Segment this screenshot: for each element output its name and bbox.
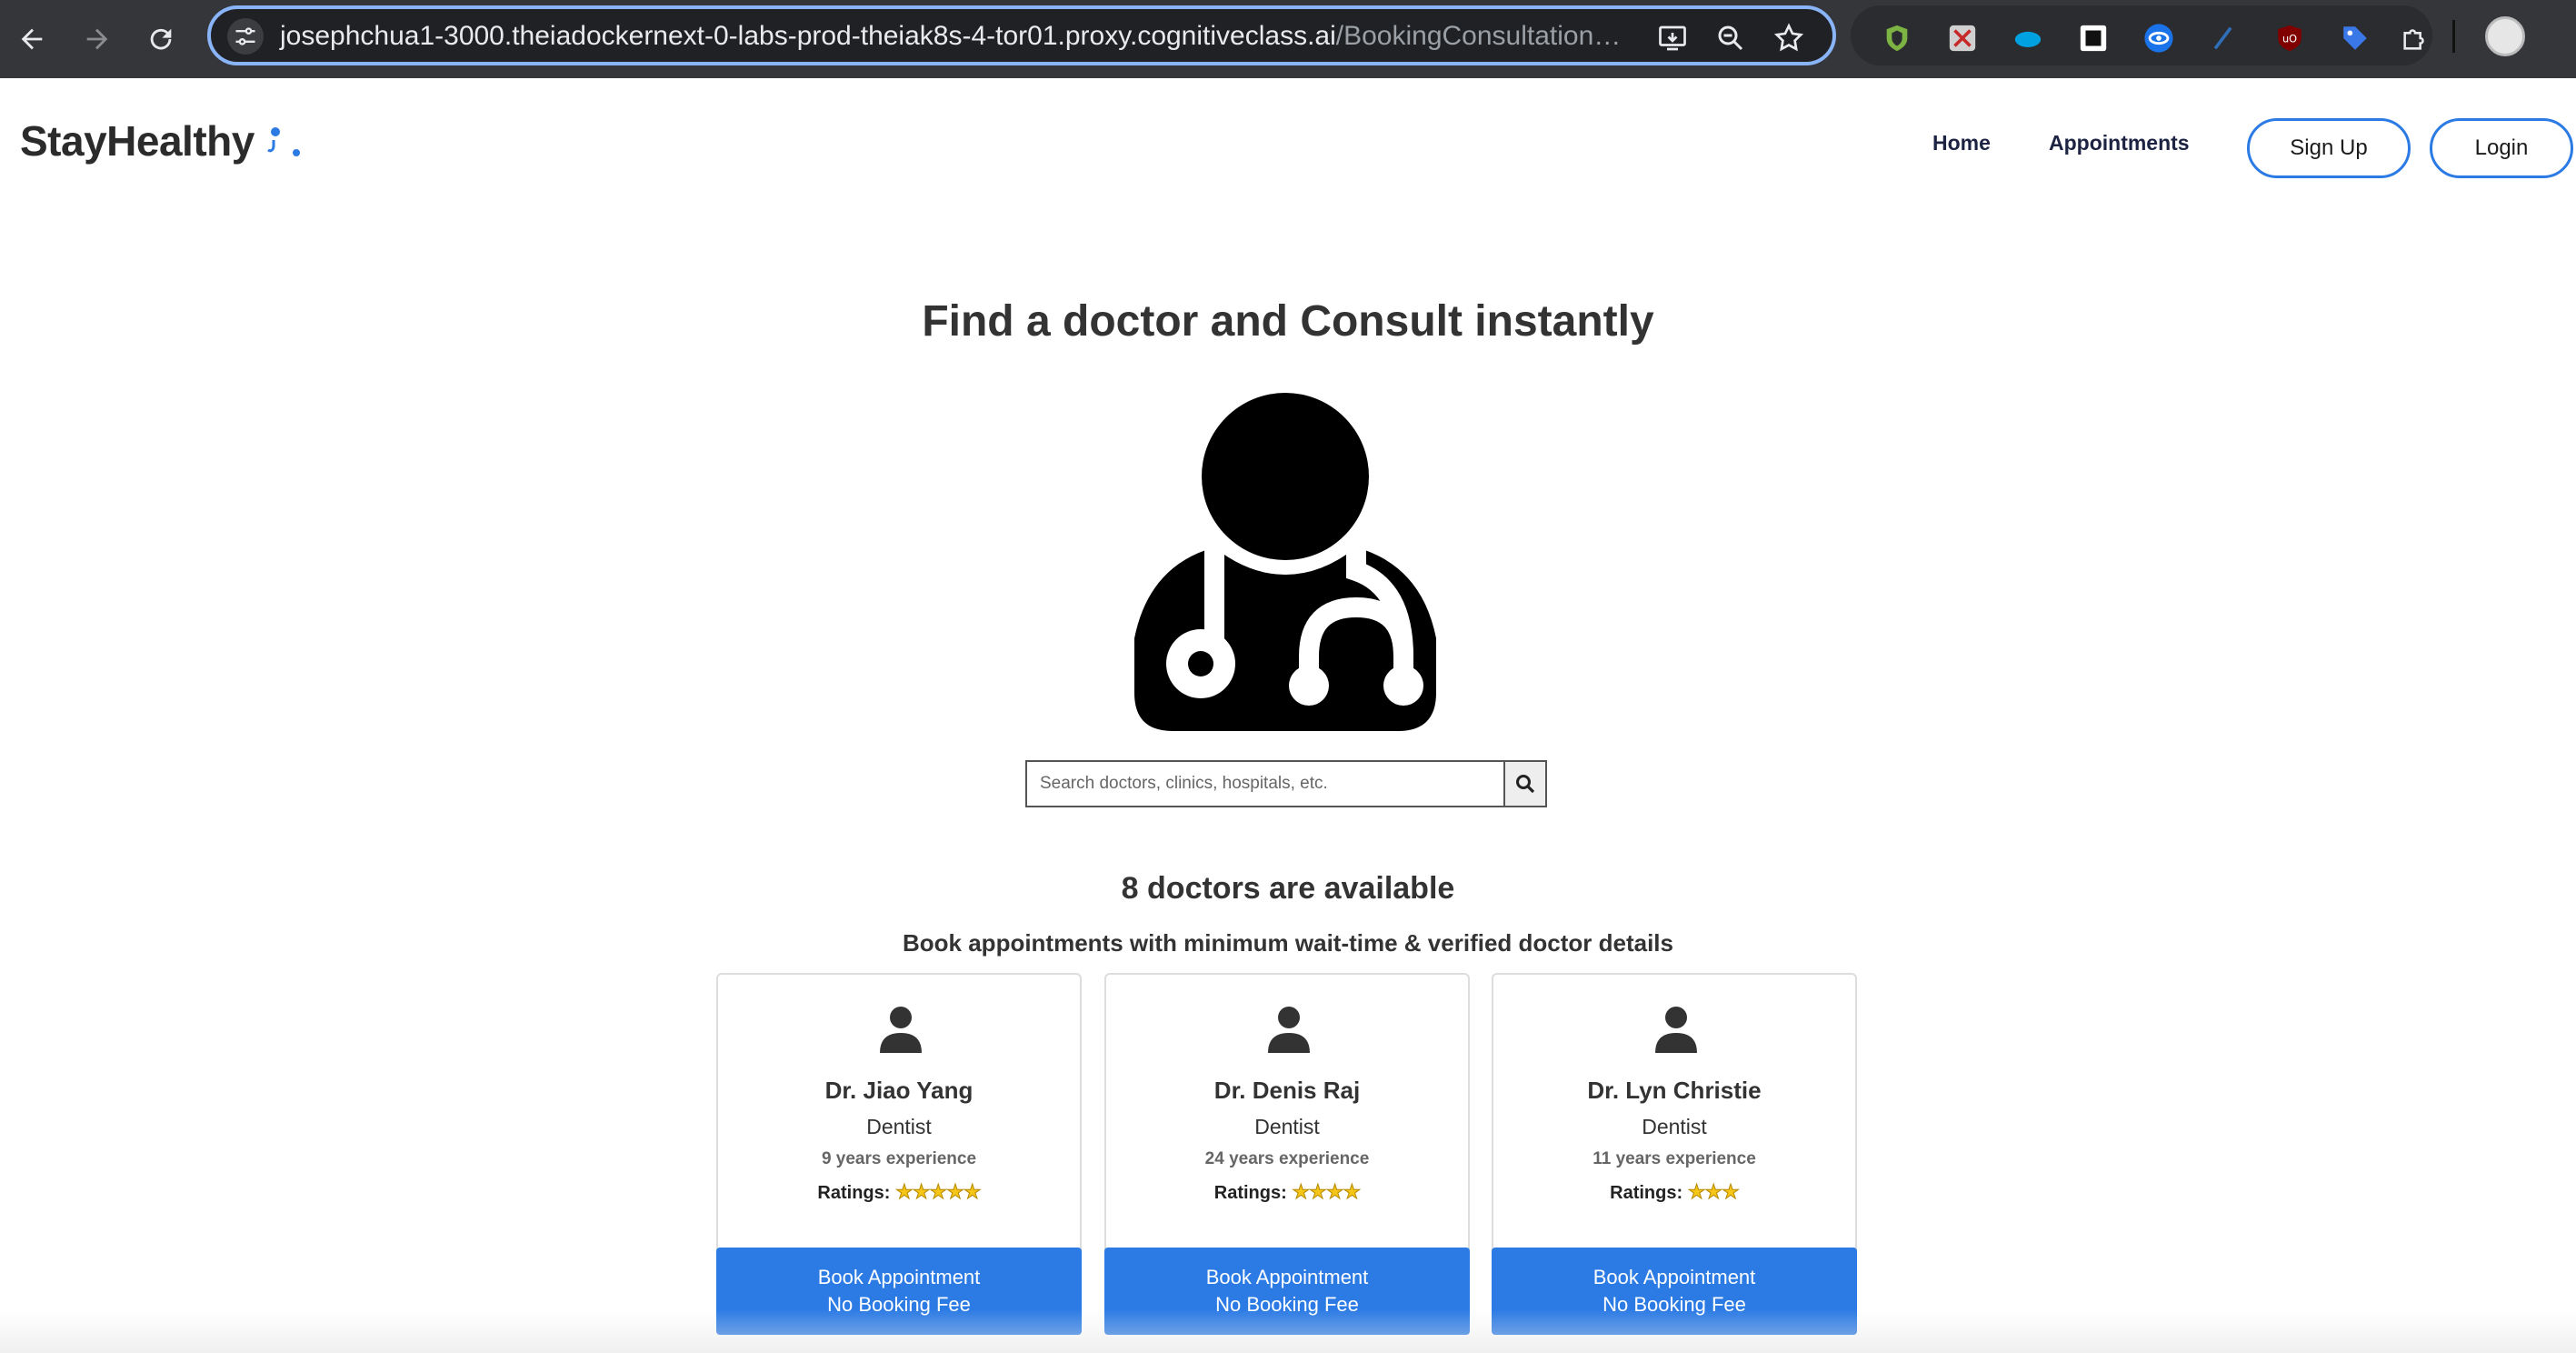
tag-extension-icon[interactable] (2340, 23, 2371, 54)
book-label: Book Appointment (1205, 1266, 1369, 1288)
url-text: josephchua1-3000.theiadockernext-0-labs-… (280, 21, 1621, 52)
star-rating-icons: ★★★★ (1292, 1180, 1362, 1204)
person-icon (1268, 1007, 1310, 1053)
doctor-speciality: Dentist (1642, 1115, 1707, 1138)
doctor-speciality: Dentist (866, 1115, 932, 1138)
book-label: Book Appointment (817, 1266, 981, 1288)
square-extension-icon[interactable] (2078, 23, 2109, 54)
tools-extension-icon[interactable] (1947, 23, 1978, 54)
eye-extension-icon[interactable] (2143, 23, 2174, 54)
doctor-name: Dr. Denis Raj (1213, 1077, 1361, 1104)
doctor-rating: Ratings: ★★★★ (1106, 1180, 1468, 1204)
doctor-name: Dr. Jiao Yang (824, 1077, 973, 1104)
page-title: Find a doctor and Consult instantly (922, 297, 1654, 346)
reload-icon (150, 28, 172, 50)
toolbar-divider (2452, 20, 2455, 53)
arrow-right-icon (86, 28, 108, 50)
url-host: josephchua1-3000.theiadockernext-0-labs-… (280, 21, 1336, 51)
pen-extension-icon[interactable] (2209, 23, 2240, 54)
book-label: Book Appointment (1593, 1266, 1756, 1288)
bookmark-star-icon[interactable] (1772, 22, 1805, 55)
ublock-icon[interactable]: uO (2274, 23, 2305, 54)
doctor-count: 8 doctors are available (1121, 871, 1455, 906)
doctor-experience: 9 years experience (821, 1149, 977, 1168)
nav-home-link[interactable]: Home (1932, 131, 1991, 155)
doctor-rating: Ratings: ★★★ (1493, 1180, 1855, 1204)
signup-button[interactable]: Sign Up (2247, 118, 2411, 178)
ratings-label: Ratings: (1610, 1183, 1683, 1203)
search-button[interactable] (1503, 760, 1547, 807)
star-rating-icons: ★★★ (1687, 1180, 1740, 1204)
svg-text:uO: uO (2282, 32, 2297, 45)
doctor-card: Dr. Lyn Christie Dentist 11 years experi… (1492, 973, 1857, 1335)
puzzle-extensions-icon[interactable] (2400, 23, 2431, 54)
stethoscope-logo-icon (267, 127, 300, 156)
site-info-button[interactable] (227, 18, 264, 55)
address-bar[interactable]: josephchua1-3000.theiadockernext-0-labs-… (207, 5, 1836, 65)
shield-extension-icon[interactable] (1882, 23, 1912, 54)
doctor-card: Dr. Jiao Yang Dentist 9 years experience… (716, 973, 1082, 1335)
site-navbar: StayHealthy Home Appointments Sign Up Lo… (0, 78, 2576, 215)
doctor-experience: 24 years experience (1204, 1149, 1370, 1168)
back-button[interactable] (9, 16, 55, 62)
salesforce-cloud-icon[interactable] (2012, 23, 2043, 54)
doctor-experience: 11 years experience (1593, 1149, 1756, 1168)
search-icon (1516, 775, 1535, 794)
doctor-card: Dr. Denis Raj Dentist 24 years experienc… (1104, 973, 1470, 1335)
url-path: /BookingConsultation… (1335, 21, 1622, 51)
extensions-bar: uO (1851, 5, 2432, 65)
person-icon (880, 1007, 922, 1053)
star-rating-icons: ★★★★★ (894, 1180, 982, 1204)
person-icon (1655, 1007, 1697, 1053)
page-bottom-shadow (0, 1309, 2576, 1353)
login-button[interactable]: Login (2430, 118, 2573, 178)
nav-appointments-link[interactable]: Appointments (2049, 131, 2190, 155)
install-app-icon[interactable] (1656, 22, 1689, 55)
zoom-icon[interactable] (1714, 22, 1747, 55)
forward-button[interactable] (75, 16, 120, 62)
site-logo[interactable]: StayHealthy (20, 116, 255, 165)
doctor-search-bar (1025, 760, 1547, 807)
doctor-stethoscope-icon (1134, 393, 1436, 731)
ratings-label: Ratings: (817, 1183, 891, 1203)
doctor-name: Dr. Lyn Christie (1587, 1077, 1762, 1104)
ratings-label: Ratings: (1213, 1183, 1287, 1203)
search-input[interactable] (1025, 760, 1503, 807)
browser-toolbar: josephchua1-3000.theiadockernext-0-labs-… (0, 0, 2576, 78)
listing-subtitle: Book appointments with minimum wait-time… (903, 929, 1673, 957)
tune-icon (235, 27, 255, 45)
arrow-left-icon (21, 28, 43, 50)
doctor-speciality: Dentist (1254, 1115, 1320, 1138)
profile-avatar[interactable] (2485, 16, 2525, 56)
reload-button[interactable] (138, 16, 184, 62)
doctor-rating: Ratings: ★★★★★ (718, 1180, 1080, 1204)
